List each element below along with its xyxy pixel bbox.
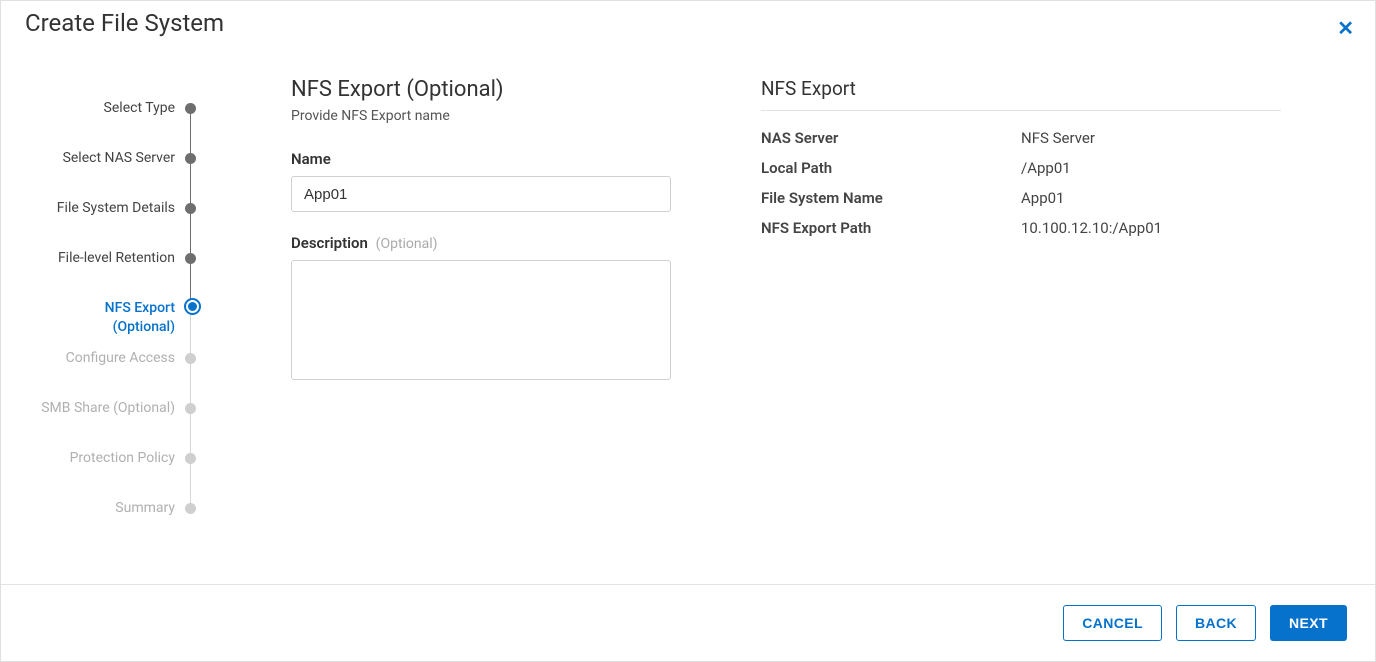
step-label: File System Details [57, 199, 175, 218]
step-nfs-export-optional[interactable]: NFS Export (Optional) [1, 299, 221, 349]
step-dot-icon [185, 353, 196, 364]
next-button[interactable]: NEXT [1270, 605, 1347, 641]
step-connector [190, 314, 192, 354]
step-connector [190, 214, 192, 254]
step-connector [190, 364, 192, 404]
optional-hint: (Optional) [376, 236, 438, 252]
wizard-title: Create File System [25, 9, 1351, 37]
step-protection-policy: Protection Policy [1, 449, 221, 499]
step-dot-icon [185, 253, 196, 264]
step-label: Configure Access [66, 349, 175, 368]
step-summary: Summary [1, 499, 221, 549]
step-dot-icon [185, 103, 196, 114]
summary-column: NFS Export NAS ServerNFS ServerLocal Pat… [761, 77, 1281, 584]
wizard-dialog: ✕ Create File System Select Type Select N… [0, 0, 1376, 662]
step-select-type[interactable]: Select Type [1, 99, 221, 149]
step-smb-share-optional: SMB Share (Optional) [1, 399, 221, 449]
step-dot-icon [185, 153, 196, 164]
step-select-nas-server[interactable]: Select NAS Server [1, 149, 221, 199]
step-file-level-retention[interactable]: File-level Retention [1, 249, 221, 299]
back-button[interactable]: BACK [1176, 605, 1256, 641]
description-input[interactable] [291, 260, 671, 380]
section-title: NFS Export (Optional) [291, 77, 691, 102]
step-label: Protection Policy [70, 449, 175, 468]
summary-value: NFS Server [1021, 129, 1281, 147]
summary-row: NAS ServerNFS Server [761, 129, 1281, 147]
name-label: Name [291, 150, 691, 168]
step-connector [190, 414, 192, 454]
step-label: NFS Export (Optional) [105, 299, 175, 337]
section-subtitle: Provide NFS Export name [291, 108, 691, 124]
step-dot-icon [185, 203, 196, 214]
step-dot-icon [185, 503, 196, 514]
step-dot-icon [185, 453, 196, 464]
name-input[interactable] [291, 176, 671, 212]
step-dot-icon [188, 302, 197, 311]
step-dot-icon [185, 403, 196, 414]
wizard-footer: CANCEL BACK NEXT [1, 584, 1375, 661]
summary-row: File System NameApp01 [761, 189, 1281, 207]
summary-key: NAS Server [761, 129, 1021, 147]
summary-row: Local Path/App01 [761, 159, 1281, 177]
step-label: Summary [115, 499, 175, 518]
close-icon[interactable]: ✕ [1337, 18, 1354, 38]
step-file-system-details[interactable]: File System Details [1, 199, 221, 249]
wizard-stepper: Select Type Select NAS Server File System … [1, 47, 221, 584]
summary-value: 10.100.12.10:/App01 [1021, 219, 1281, 237]
step-label: SMB Share (Optional) [41, 399, 175, 418]
step-label: File-level Retention [58, 249, 175, 268]
summary-key: File System Name [761, 189, 1021, 207]
summary-value: App01 [1021, 189, 1281, 207]
step-connector [190, 264, 192, 304]
step-connector [190, 114, 192, 154]
form-column: NFS Export (Optional) Provide NFS Export… [291, 77, 691, 584]
step-connector [190, 464, 192, 504]
step-label: Select NAS Server [63, 149, 175, 168]
step-connector [190, 164, 192, 204]
summary-key: Local Path [761, 159, 1021, 177]
description-label-text: Description [291, 234, 368, 252]
summary-key: NFS Export Path [761, 219, 1021, 237]
summary-heading: NFS Export [761, 77, 1281, 111]
step-label: Select Type [104, 99, 175, 118]
summary-value: /App01 [1021, 159, 1281, 177]
description-label: Description (Optional) [291, 234, 691, 252]
summary-row: NFS Export Path10.100.12.10:/App01 [761, 219, 1281, 237]
step-configure-access: Configure Access [1, 349, 221, 399]
cancel-button[interactable]: CANCEL [1063, 605, 1162, 641]
